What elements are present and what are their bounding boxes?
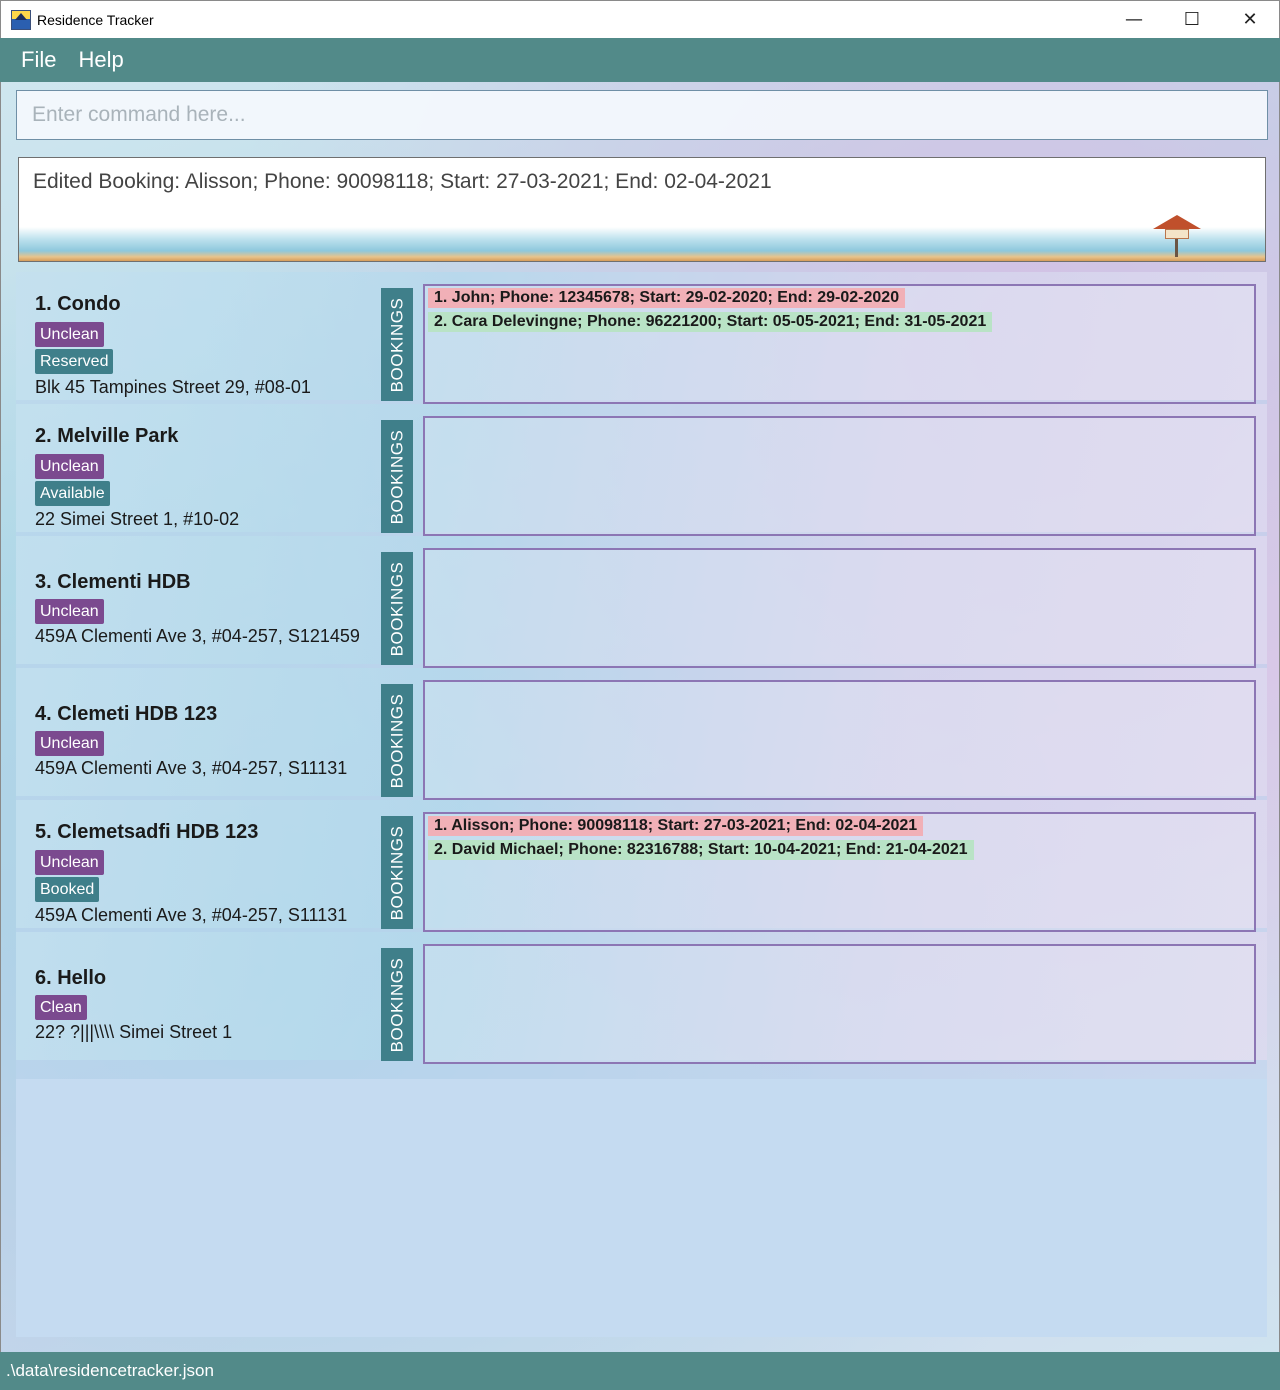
residence-title: 3. Clementi HDB (35, 571, 191, 593)
clean-status-tag: Unclean (35, 454, 104, 479)
residence-address: 459A Clementi Ave 3, #04-257, S11131 (35, 905, 348, 925)
menu-bar: File Help (0, 38, 1280, 82)
booking-status-tag: Reserved (35, 349, 114, 374)
bookings-label-text: BOOKINGS (387, 825, 406, 920)
residence-address: Blk 45 Tampines Street 29, #08-01 (35, 377, 311, 397)
bookings-list[interactable] (423, 944, 1256, 1064)
minimize-button[interactable]: — (1105, 1, 1163, 38)
bookings-label: BOOKINGS (381, 684, 413, 797)
residence-card[interactable]: 1. Condo Unclean Reserved Blk 45 Tampine… (16, 272, 1267, 404)
bookings-label-text: BOOKINGS (387, 429, 406, 524)
residence-card[interactable]: 4. Clemeti HDB 123 Unclean 459A Clementi… (16, 668, 1267, 800)
booking-item[interactable]: 1. Alisson; Phone: 90098118; Start: 27-0… (428, 816, 924, 836)
list-empty-area (16, 1079, 1267, 1337)
window-title: Residence Tracker (37, 11, 154, 28)
bookings-label: BOOKINGS (381, 816, 413, 929)
booking-status-tag: Available (35, 481, 110, 506)
residence-list[interactable]: 1. Condo Unclean Reserved Blk 45 Tampine… (16, 272, 1267, 1337)
residence-address: 459A Clementi Ave 3, #04-257, S121459 (35, 626, 360, 646)
booking-item[interactable]: 1. John; Phone: 12345678; Start: 29-02-2… (428, 288, 906, 308)
residence-title: 1. Condo (35, 293, 121, 315)
residence-address: 22? ?|||\\\\ Simei Street 1 (35, 1022, 233, 1042)
bookings-list[interactable] (423, 680, 1256, 800)
beach-hut-image (1149, 215, 1205, 259)
menu-help[interactable]: Help (67, 47, 134, 73)
bookings-label-text: BOOKINGS (387, 297, 406, 392)
residence-card[interactable]: 5. Clemetsadfi HDB 123 Unclean Booked 45… (16, 800, 1267, 932)
command-input[interactable] (32, 103, 1252, 127)
clean-status-tag: Unclean (35, 731, 104, 756)
app-icon (11, 9, 31, 30)
residence-title: 6. Hello (35, 967, 107, 989)
residence-address: 459A Clementi Ave 3, #04-257, S11131 (35, 758, 348, 778)
title-bar: Residence Tracker — ☐ ✕ (0, 0, 1280, 38)
clean-status-tag: Unclean (35, 850, 104, 875)
booking-item[interactable]: 2. David Michael; Phone: 82316788; Start… (428, 840, 974, 860)
bookings-label: BOOKINGS (381, 288, 413, 401)
booking-status-tag: Booked (35, 877, 100, 902)
data-file-path: .\data\residencetracker.json (6, 1361, 214, 1380)
residence-title: 4. Clemeti HDB 123 (35, 703, 218, 725)
clean-status-tag: Unclean (35, 599, 104, 624)
bookings-label-text: BOOKINGS (387, 957, 406, 1052)
booking-item[interactable]: 2. Cara Delevingne; Phone: 96221200; Sta… (428, 312, 993, 332)
beach-banner (19, 227, 1265, 261)
window-controls: — ☐ ✕ (1105, 1, 1279, 38)
residence-card[interactable]: 6. Hello Clean 22? ?|||\\\\ Simei Street… (16, 932, 1267, 1064)
close-button[interactable]: ✕ (1221, 1, 1279, 38)
clean-status-tag: Clean (35, 995, 87, 1020)
result-display: Edited Booking: Alisson; Phone: 90098118… (18, 157, 1266, 262)
residence-address: 22 Simei Street 1, #10-02 (35, 509, 240, 529)
bookings-label: BOOKINGS (381, 948, 413, 1061)
bookings-list[interactable]: 1. John; Phone: 12345678; Start: 29-02-2… (423, 284, 1256, 404)
residence-card[interactable]: 3. Clementi HDB Unclean 459A Clementi Av… (16, 536, 1267, 668)
main-panel: Edited Booking: Alisson; Phone: 90098118… (0, 82, 1280, 1352)
command-box (16, 90, 1268, 140)
menu-file[interactable]: File (10, 47, 67, 73)
maximize-button[interactable]: ☐ (1163, 1, 1221, 38)
bookings-list[interactable] (423, 548, 1256, 668)
bookings-list[interactable]: 1. Alisson; Phone: 90098118; Start: 27-0… (423, 812, 1256, 932)
result-text: Edited Booking: Alisson; Phone: 90098118… (33, 170, 772, 193)
clean-status-tag: Unclean (35, 322, 104, 347)
residence-title: 2. Melville Park (35, 425, 179, 447)
residence-title: 5. Clemetsadfi HDB 123 (35, 821, 259, 843)
bookings-list[interactable] (423, 416, 1256, 536)
bookings-label: BOOKINGS (381, 552, 413, 665)
bookings-label: BOOKINGS (381, 420, 413, 533)
bookings-label-text: BOOKINGS (387, 561, 406, 656)
status-bar: .\data\residencetracker.json (0, 1352, 1280, 1390)
residence-card[interactable]: 2. Melville Park Unclean Available 22 Si… (16, 404, 1267, 536)
bookings-label-text: BOOKINGS (387, 693, 406, 788)
